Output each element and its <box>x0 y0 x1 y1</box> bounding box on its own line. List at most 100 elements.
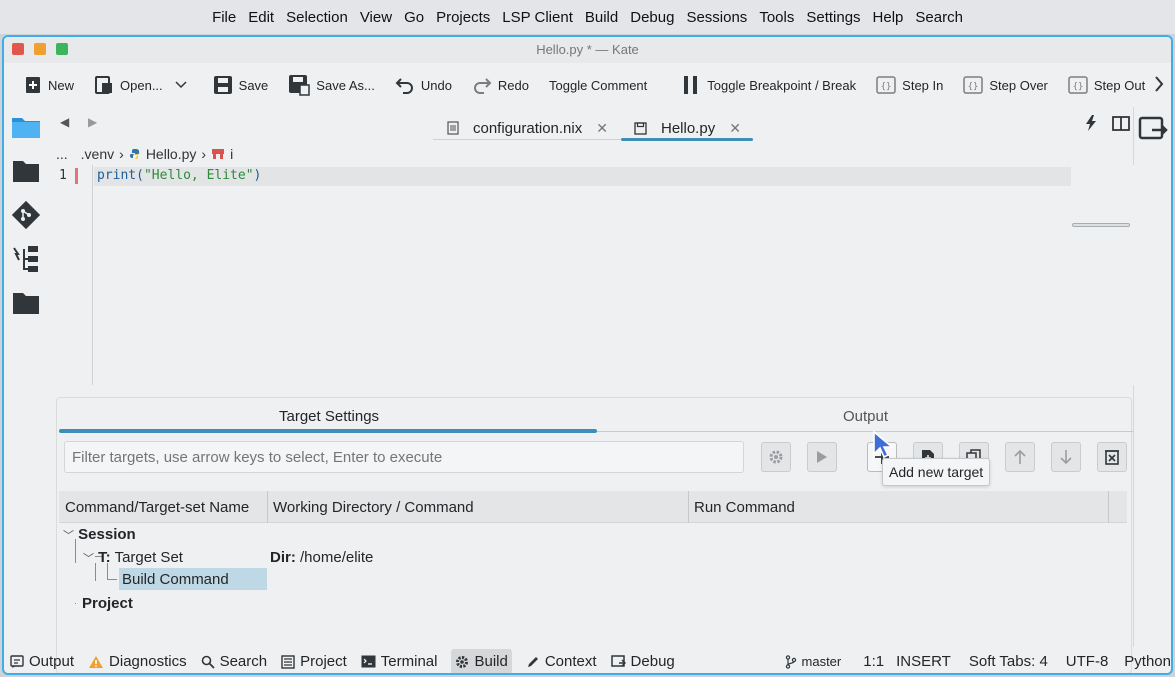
gear-icon <box>456 655 469 668</box>
tree-header: Command/Target-set Name Working Director… <box>59 491 1127 523</box>
folder-icon[interactable] <box>10 155 42 187</box>
tab-output[interactable]: Output <box>843 408 888 425</box>
status-cursor-position[interactable]: 1:1 <box>863 653 884 670</box>
search-icon <box>201 655 215 669</box>
status-language[interactable]: Python <box>1124 653 1171 670</box>
menu-help[interactable]: Help <box>867 9 910 26</box>
expand-chevron-icon[interactable]: ﹀ <box>63 530 74 542</box>
undo-button[interactable]: Undo <box>395 76 452 94</box>
delete-target-button[interactable] <box>1097 442 1127 472</box>
breadcrumb-symbol[interactable]: i <box>230 146 233 162</box>
tab-target-settings[interactable]: Target Settings <box>279 408 379 425</box>
menu-settings[interactable]: Settings <box>800 9 866 26</box>
status-diagnostics-button[interactable]: Diagnostics <box>88 653 187 670</box>
redo-button[interactable]: Redo <box>472 76 529 94</box>
redo-icon <box>473 78 492 94</box>
breadcrumb-folder[interactable]: .venv <box>81 146 114 162</box>
target-set-prefix: T: <box>98 549 111 566</box>
code-editor[interactable] <box>50 165 1136 385</box>
menu-search[interactable]: Search <box>909 9 969 26</box>
svg-text:{}: {} <box>1072 82 1083 92</box>
build-settings-button[interactable] <box>761 442 791 472</box>
menu-sessions[interactable]: Sessions <box>680 9 753 26</box>
save-as-button[interactable]: Save As... <box>288 74 375 96</box>
redo-label: Redo <box>497 77 529 93</box>
dir-label: Dir: <box>270 549 296 566</box>
column-header-working-dir[interactable]: Working Directory / Command <box>273 499 474 516</box>
menu-build[interactable]: Build <box>579 9 624 26</box>
status-output-button[interactable]: Output <box>10 653 74 670</box>
menu-selection[interactable]: Selection <box>280 9 354 26</box>
close-tab-icon[interactable]: ✕ <box>596 120 608 137</box>
menu-view[interactable]: View <box>354 9 398 26</box>
run-target-button[interactable] <box>807 442 837 472</box>
menu-tools[interactable]: Tools <box>753 9 800 26</box>
save-button[interactable]: Save <box>213 75 269 95</box>
filter-targets-input[interactable] <box>64 441 744 473</box>
menu-debug[interactable]: Debug <box>624 9 680 26</box>
minimap-viewport[interactable] <box>1072 223 1130 227</box>
breadcrumb-file[interactable]: Hello.py <box>146 146 197 162</box>
code-line[interactable]: print("Hello, Elite") <box>97 168 261 183</box>
close-tab-icon[interactable]: ✕ <box>729 120 741 137</box>
status-context-button[interactable]: Context <box>526 653 597 670</box>
status-branch[interactable]: master <box>785 654 841 669</box>
documents-folder-icon[interactable] <box>10 111 42 143</box>
status-indentation[interactable]: Soft Tabs: 4 <box>969 653 1048 670</box>
target-set-dir[interactable]: Dir: /home/elite <box>270 549 373 566</box>
step-over-label: Step Over <box>989 77 1048 93</box>
status-terminal-button[interactable]: Terminal <box>361 653 437 670</box>
save-label: Save <box>238 77 269 93</box>
status-build-label: Build <box>474 653 508 670</box>
toggle-breakpoint-button[interactable]: Toggle Breakpoint / Break <box>681 75 856 95</box>
menu-go[interactable]: Go <box>398 9 430 26</box>
text-file-icon <box>447 121 459 135</box>
step-out-button[interactable]: {} Step Out <box>1068 75 1145 95</box>
toolbar-overflow-chevron-icon[interactable] <box>1153 75 1165 93</box>
status-search-button[interactable]: Search <box>201 653 267 670</box>
global-menu-bar: File Edit Selection View Go Projects LSP… <box>0 0 1175 34</box>
breadcrumb-ellipsis[interactable]: ... <box>56 146 68 162</box>
git-icon[interactable] <box>10 199 42 231</box>
open-button[interactable]: Open... <box>94 75 193 95</box>
new-label: New <box>48 77 75 93</box>
symbol-outline-icon[interactable] <box>10 243 42 275</box>
debug-icon <box>610 654 626 667</box>
code-paren: ) <box>253 168 262 183</box>
title-bar: Hello.py * — Kate <box>4 37 1171 63</box>
new-button[interactable]: New <box>24 76 74 94</box>
chevron-down-icon[interactable] <box>175 81 187 89</box>
minimap[interactable] <box>1072 165 1132 385</box>
tree-row-build-command[interactable]: Build Command <box>122 571 229 588</box>
column-header-name[interactable]: Command/Target-set Name <box>65 499 249 516</box>
status-input-mode[interactable]: INSERT <box>896 653 951 670</box>
move-down-button[interactable] <box>1051 442 1081 472</box>
active-panel-tab-indicator <box>59 429 597 433</box>
status-debug-button[interactable]: Debug <box>610 653 675 670</box>
code-string: "Hello, Elite" <box>143 168 254 183</box>
menu-projects[interactable]: Projects <box>430 9 496 26</box>
move-up-button[interactable] <box>1005 442 1035 472</box>
quick-action-icon[interactable] <box>1084 115 1098 131</box>
status-encoding[interactable]: UTF-8 <box>1066 653 1109 670</box>
tree-row-project[interactable]: Project <box>82 595 133 612</box>
external-tools-icon[interactable] <box>1138 115 1168 143</box>
gutter-divider <box>92 165 93 385</box>
tab-back-icon[interactable]: ◀ <box>60 115 69 129</box>
step-over-button[interactable]: {} Step Over <box>963 75 1048 95</box>
folder-closed-icon[interactable] <box>10 287 42 319</box>
menu-edit[interactable]: Edit <box>242 9 280 26</box>
status-build-button[interactable]: Build <box>451 649 512 673</box>
tab-forward-icon[interactable]: ▶ <box>88 115 97 129</box>
tree-row-target-set[interactable]: ﹀ T: Target Set <box>83 549 183 566</box>
column-header-run-command[interactable]: Run Command <box>694 499 795 516</box>
status-project-button[interactable]: Project <box>281 653 347 670</box>
tab-configuration-nix[interactable]: configuration.nix ✕ <box>447 115 608 141</box>
tree-row-session[interactable]: ﹀ Session <box>63 526 136 543</box>
split-view-icon[interactable] <box>1112 116 1130 131</box>
step-in-button[interactable]: {} Step In <box>876 75 943 95</box>
menu-file[interactable]: File <box>206 9 242 26</box>
toggle-comment-button[interactable]: Toggle Comment <box>549 78 647 93</box>
menu-lsp-client[interactable]: LSP Client <box>496 9 579 26</box>
expand-chevron-icon[interactable]: ﹀ <box>83 553 94 565</box>
